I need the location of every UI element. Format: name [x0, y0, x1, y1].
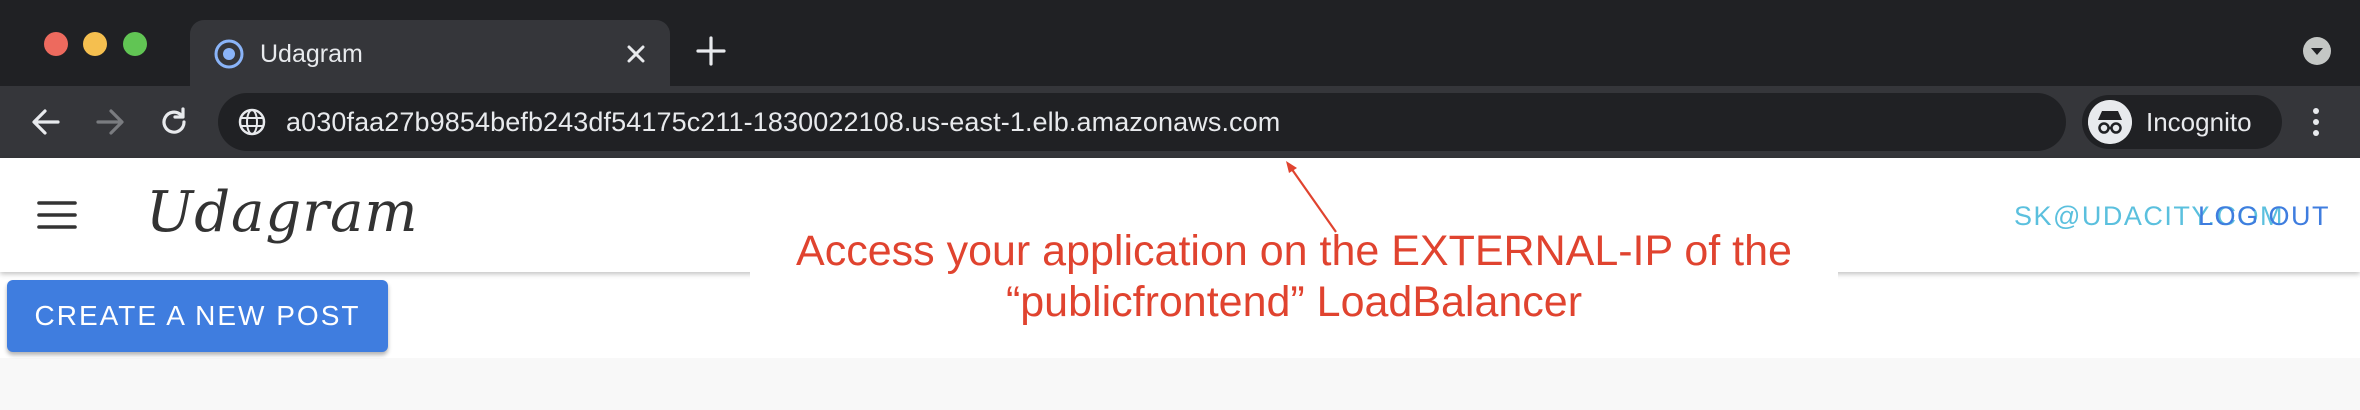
chevron-down-icon[interactable]: [2302, 36, 2332, 66]
chrome-globe-icon: [214, 39, 244, 69]
plus-icon[interactable]: [694, 34, 728, 68]
url-text: a030faa27b9854befb243df54175c211-1830022…: [286, 107, 1281, 137]
annotation-line-2: “publicfrontend” LoadBalancer: [1005, 278, 1583, 326]
logout-button[interactable]: LOG OUT: [2198, 200, 2330, 232]
hamburger-menu-icon[interactable]: [36, 198, 78, 232]
window-zoom-button[interactable]: [123, 32, 147, 56]
globe-icon[interactable]: [238, 108, 266, 136]
incognito-icon: [2088, 100, 2132, 144]
window-minimize-button[interactable]: [83, 32, 107, 56]
window-close-button[interactable]: [44, 32, 68, 56]
back-arrow-icon[interactable]: [28, 104, 64, 140]
browser-tab-udagram[interactable]: Udagram: [190, 20, 670, 88]
annotation-arrow: [1286, 161, 1337, 233]
annotation-text: Access your application on the EXTERNAL-…: [750, 226, 1838, 328]
browser-tab-strip: Udagram: [0, 0, 2360, 88]
browser-toolbar: a030faa27b9854befb243df54175c211-1830022…: [0, 86, 2360, 158]
create-new-post-button[interactable]: CREATE A NEW POST: [7, 280, 388, 352]
incognito-profile-button[interactable]: Incognito: [2082, 95, 2282, 149]
incognito-label: Incognito: [2146, 107, 2252, 137]
address-bar[interactable]: a030faa27b9854befb243df54175c211-1830022…: [218, 93, 2066, 151]
reload-icon[interactable]: [156, 104, 192, 140]
forward-arrow-icon[interactable]: [92, 104, 128, 140]
more-vert-icon[interactable]: [2304, 104, 2328, 140]
tab-title: Udagram: [260, 40, 363, 68]
brand-logo-text[interactable]: Udagram: [146, 180, 419, 246]
close-icon[interactable]: [620, 38, 652, 70]
